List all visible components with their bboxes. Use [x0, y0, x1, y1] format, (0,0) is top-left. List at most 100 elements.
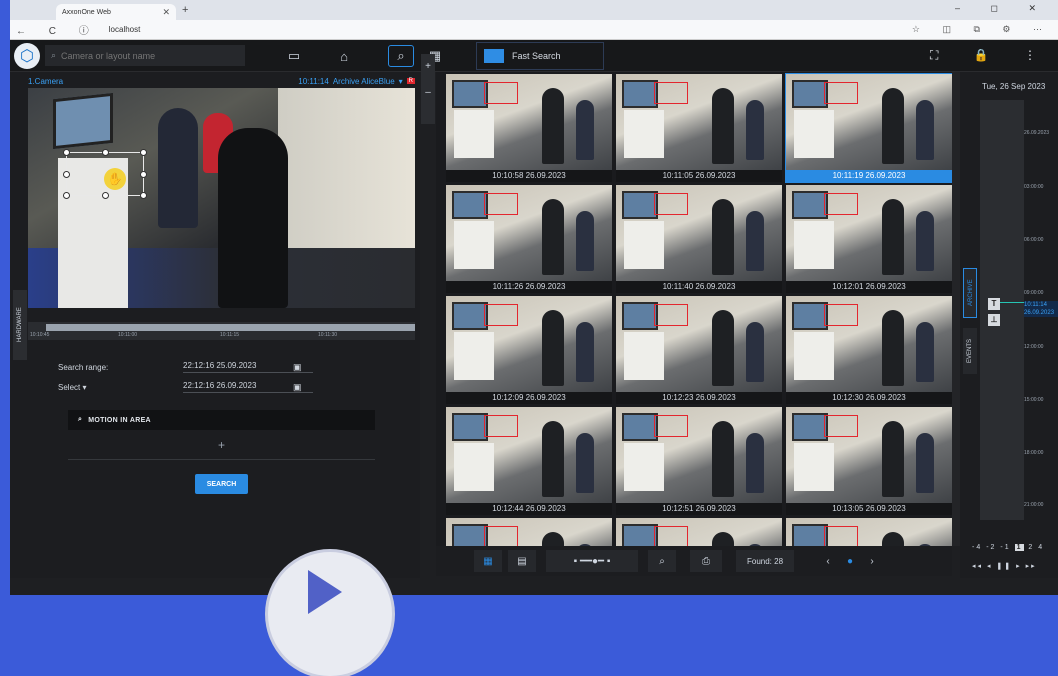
monitor-icon[interactable]: ▭	[282, 45, 306, 67]
thumb-screen	[452, 413, 488, 441]
zoom-side-controls: + –	[421, 54, 435, 124]
motion-box	[484, 415, 518, 437]
roi-handle[interactable]	[63, 192, 70, 199]
result-thumbnail[interactable]: 10:11:05 26.09.2023	[616, 74, 782, 182]
toolbar-right-icons[interactable]: ⛶ 🔒 ⋮	[930, 48, 1052, 63]
results-scrollbar[interactable]	[952, 72, 960, 546]
browser-nav-icons[interactable]: ← C ⓘ	[16, 22, 99, 37]
window-controls[interactable]: – ◻ ✕	[955, 3, 1050, 14]
thumbnail-timestamp: 10:12:44 26.09.2023	[446, 503, 612, 515]
zoom-icon[interactable]: ⌕	[648, 550, 676, 572]
add-condition-button[interactable]: +	[68, 438, 375, 460]
url-field[interactable]: localhost	[109, 25, 141, 34]
roi-handle[interactable]	[63, 149, 70, 156]
next-page-icon[interactable]: ›	[864, 550, 880, 572]
thumb-screen	[792, 302, 828, 330]
thumbnail-timestamp: 10:11:26 26.09.2023	[446, 281, 612, 293]
browser-tab[interactable]: AxxonOne Web ✕	[56, 4, 176, 20]
camera-video[interactable]: ✋ « – ❚❚ + »	[28, 88, 415, 308]
archive-mode-icon[interactable]: ⌂	[316, 45, 372, 67]
results-footer: ▦ ▤ ▪ ━━●━ ▪ ⌕ ⎙ Found: 28 ‹ ● ›	[436, 546, 952, 576]
thumbnail-timestamp: 10:11:19 26.09.2023	[786, 170, 952, 182]
timeline-playback-controls[interactable]: ◂◂ ◂ ❚❚ ▸ ▸▸	[972, 562, 1037, 570]
roi-handle[interactable]	[102, 149, 109, 156]
calendar-icon[interactable]: ▣	[293, 362, 302, 373]
motion-box	[654, 415, 688, 437]
select-dropdown[interactable]: Select ▾	[58, 383, 183, 392]
thumb-kiosk	[624, 221, 664, 269]
camera-timeline[interactable]: 10:10:45 10:11:00 10:11:15 10:11:30	[28, 322, 415, 340]
thumb-kiosk	[454, 110, 494, 158]
calendar-icon[interactable]: ▣	[293, 382, 302, 393]
new-tab-icon[interactable]: +	[182, 4, 188, 16]
archive-mode[interactable]: Archive AliceBlue	[333, 77, 395, 86]
result-thumbnail[interactable]: 10:11:40 26.09.2023	[616, 185, 782, 293]
result-thumbnail[interactable]	[446, 518, 612, 546]
roi-handle[interactable]	[140, 149, 147, 156]
zoom-in-icon[interactable]: +	[421, 54, 435, 80]
speed-option[interactable]: -2	[986, 544, 996, 551]
thumb-person	[916, 433, 934, 493]
list-view-icon[interactable]: ▤	[508, 550, 536, 572]
result-thumbnail[interactable]	[786, 518, 952, 546]
prev-page-icon[interactable]: ‹	[820, 550, 836, 572]
result-thumbnail[interactable]	[616, 518, 782, 546]
timeline-mark: 26.09.2023	[1024, 130, 1050, 136]
camera-name: 1.Camera	[28, 76, 64, 86]
archive-tab[interactable]: ARCHIVE	[963, 268, 977, 318]
result-thumbnail[interactable]: 10:10:58 26.09.2023	[446, 74, 612, 182]
result-thumbnail[interactable]: 10:12:51 26.09.2023	[616, 407, 782, 515]
video-play-icon[interactable]	[268, 552, 392, 676]
result-thumbnail[interactable]: 10:12:01 26.09.2023	[786, 185, 952, 293]
page-dot[interactable]: ●	[844, 550, 856, 572]
roi-handle[interactable]	[140, 192, 147, 199]
tab-title: AxxonOne Web	[62, 8, 111, 16]
roi-handle[interactable]	[63, 171, 70, 178]
speed-option[interactable]: 4	[1038, 544, 1044, 551]
thumbnail-image	[616, 518, 782, 546]
roi-handle[interactable]	[102, 192, 109, 199]
timeline-bar[interactable]	[46, 324, 415, 331]
fast-search-layout[interactable]: Fast Search	[476, 42, 604, 70]
speed-selector[interactable]: -4 -2 -1 1 2 4	[972, 544, 1044, 551]
hardware-tab[interactable]: HARDWARE	[13, 290, 27, 360]
speed-option[interactable]: -4	[972, 544, 982, 551]
thumbnail-image	[446, 74, 612, 170]
print-icon[interactable]: ⎙	[690, 550, 722, 572]
timeline-bottom-icon[interactable]: ⊥	[988, 314, 1000, 326]
timeline-lane[interactable]	[980, 100, 1024, 520]
search-mode-icon[interactable]: ⌕	[388, 45, 414, 67]
thumbnail-image	[446, 407, 612, 503]
thumb-screen	[622, 80, 658, 108]
roi-handle[interactable]	[140, 171, 147, 178]
grid-view-icon[interactable]: ▦	[474, 550, 502, 572]
browser-extension-icons[interactable]: ☆ ◫ ⧉ ⚙ ⋯	[912, 24, 1052, 35]
timeline-tick: 10:11:30	[318, 332, 338, 338]
thumb-person	[576, 211, 594, 271]
close-tab-icon[interactable]: ✕	[162, 7, 170, 18]
result-thumbnail[interactable]: 10:12:23 26.09.2023	[616, 296, 782, 404]
speed-option[interactable]: -1	[1000, 544, 1010, 551]
thumbnail-size-slider[interactable]: ▪ ━━●━ ▪	[546, 550, 638, 572]
result-thumbnail[interactable]: 10:12:44 26.09.2023	[446, 407, 612, 515]
timeline-top-icon[interactable]: T	[988, 298, 1000, 310]
result-thumbnail[interactable]: 10:12:09 26.09.2023	[446, 296, 612, 404]
result-thumbnail[interactable]: 10:13:05 26.09.2023	[786, 407, 952, 515]
thumb-screen	[452, 191, 488, 219]
motion-in-area-item[interactable]: ⌕ MOTION IN AREA	[68, 410, 375, 430]
dropdown-chevron-icon[interactable]: ▾	[399, 77, 403, 86]
camera-search[interactable]: ⌕	[45, 45, 245, 66]
search-button[interactable]: SEARCH	[195, 474, 248, 494]
camera-search-input[interactable]	[61, 50, 232, 61]
speed-option[interactable]: 2	[1028, 544, 1034, 551]
zoom-out-icon[interactable]: –	[421, 80, 435, 106]
speed-option-selected[interactable]: 1	[1014, 544, 1025, 551]
events-tab[interactable]: EVENTS	[963, 328, 977, 374]
timeline-mark: 18:00:00	[1024, 450, 1044, 456]
thumb-kiosk	[454, 332, 494, 380]
app-logo[interactable]: ⬡	[14, 43, 40, 69]
result-thumbnail[interactable]: 10:11:26 26.09.2023	[446, 185, 612, 293]
motion-box	[654, 82, 688, 104]
result-thumbnail[interactable]: 10:12:30 26.09.2023	[786, 296, 952, 404]
result-thumbnail[interactable]: 10:11:19 26.09.2023	[785, 73, 952, 183]
